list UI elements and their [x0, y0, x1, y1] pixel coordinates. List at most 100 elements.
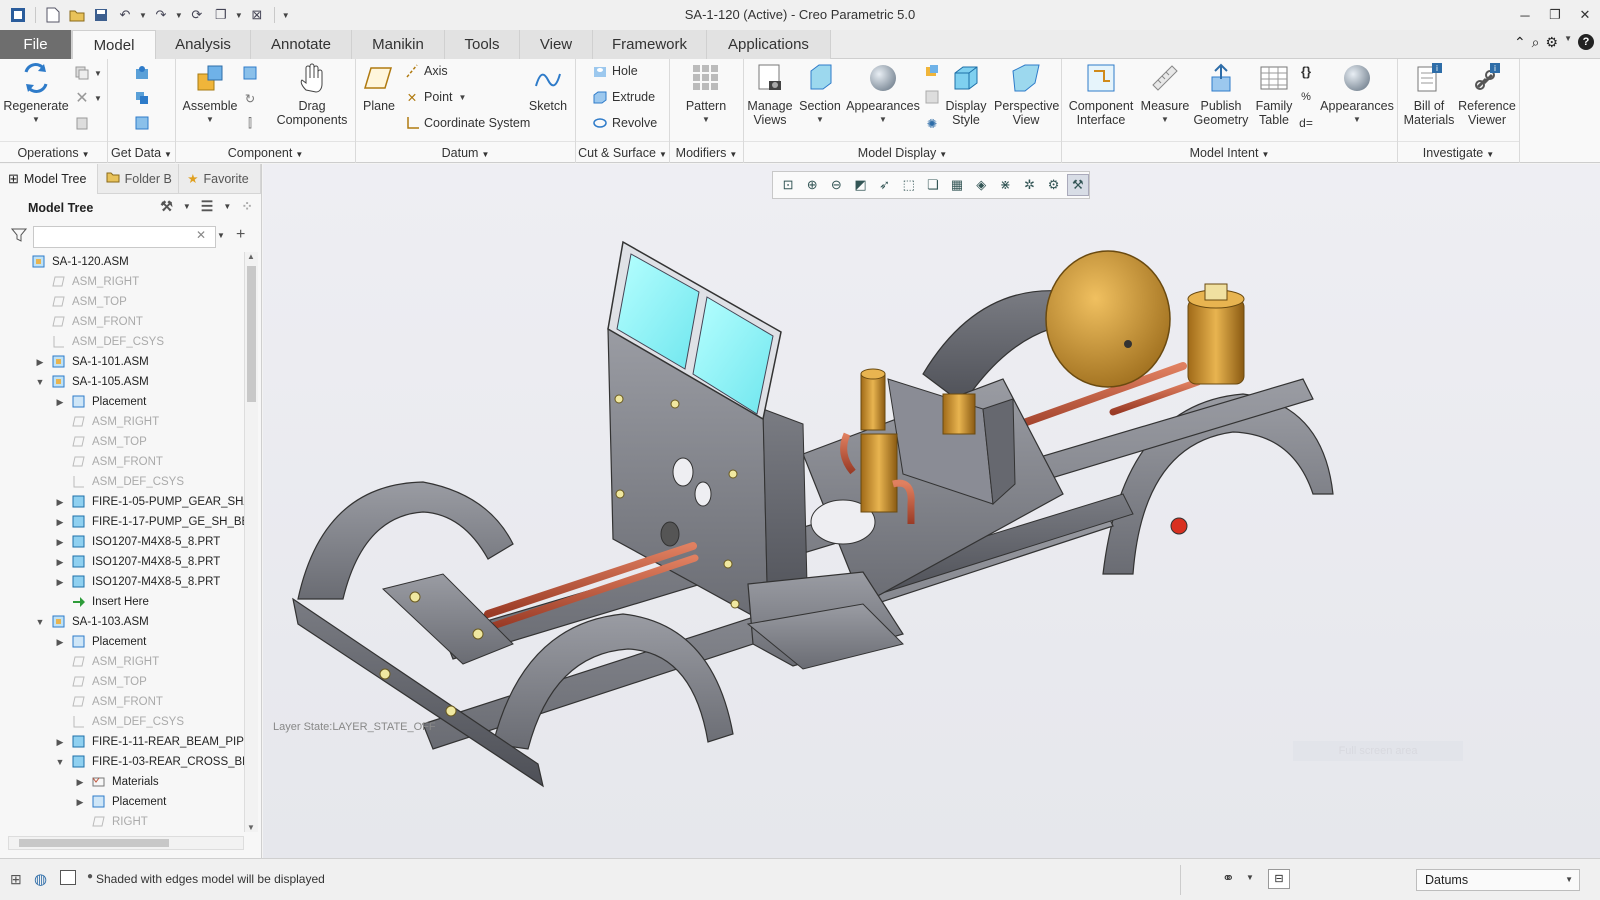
axis-button[interactable]: Axis — [404, 61, 448, 81]
section-button[interactable]: Section ▼ — [798, 61, 842, 127]
measure-button[interactable]: Measure ▼ — [1140, 61, 1190, 127]
tree-item[interactable]: ▶ SA-1-101.ASM — [0, 352, 244, 372]
customize-toolbar-icon[interactable]: ▼ — [282, 11, 290, 20]
find-binoculars-icon[interactable]: ⚭ — [1222, 869, 1235, 887]
tab-file[interactable]: File — [0, 30, 72, 59]
redo-icon[interactable]: ↷ — [151, 5, 171, 25]
add-filter-icon[interactable]: + — [236, 226, 245, 244]
tab-framework[interactable]: Framework — [593, 30, 707, 59]
tree-item[interactable]: ▶ Placement — [0, 392, 244, 412]
delete-icon[interactable]: ✕ ▼ — [74, 88, 102, 108]
plane-button[interactable]: Plane — [358, 61, 400, 113]
tree-item[interactable]: ASM_FRONT — [0, 692, 244, 712]
display-small-1-icon[interactable] — [924, 61, 944, 81]
scroll-up-icon[interactable]: ▲ — [247, 252, 255, 261]
publish-geometry-button[interactable]: Publish Geometry — [1192, 61, 1250, 127]
repeat-icon[interactable]: ↻ — [242, 88, 262, 108]
tree-item[interactable]: ASM_FRONT — [0, 452, 244, 472]
family-table-button[interactable]: Family Table — [1252, 61, 1296, 127]
datum-group-menu[interactable]: Datum ▼ — [356, 141, 575, 163]
brass-flywheel-disc[interactable] — [1045, 250, 1171, 388]
expand-arrow-icon[interactable]: ▶ — [54, 512, 66, 532]
operations-group-menu[interactable]: Operations ▼ — [0, 141, 107, 163]
refit-icon[interactable]: ⊡ — [777, 174, 799, 196]
relations-icon[interactable]: {} — [1298, 61, 1318, 81]
model-display-toggle-icon[interactable]: ⚒ — [1066, 174, 1089, 196]
tree-item[interactable]: ▶ Placement — [0, 792, 244, 812]
scroll-down-icon[interactable]: ▼ — [247, 823, 255, 832]
collapse-ribbon-icon[interactable]: ⌃ — [1514, 34, 1526, 51]
scene-settings-icon[interactable]: ✺ — [924, 113, 944, 133]
component-interface-button[interactable]: Component Interface — [1066, 61, 1136, 127]
expand-arrow-icon[interactable]: ▶ — [54, 552, 66, 572]
search-icon[interactable]: ⌕ — [1532, 34, 1540, 51]
collapse-arrow-icon[interactable]: ▼ — [34, 372, 46, 392]
tab-model[interactable]: Model — [72, 30, 156, 60]
appearances-dropdown-icon[interactable]: ▼ — [879, 113, 887, 127]
assemble-dropdown-icon[interactable]: ▼ — [206, 113, 214, 127]
coordinate-system-button[interactable]: Coordinate System — [404, 113, 530, 133]
tab-folder-browser[interactable]: Folder B — [98, 164, 180, 194]
manage-views-button[interactable]: Manage Views — [746, 61, 794, 127]
tree-item[interactable]: ▶ ISO1207-M4X8-5_8.PRT — [0, 572, 244, 592]
tree-item[interactable]: ▼ SA-1-105.ASM — [0, 372, 244, 392]
component-group-menu[interactable]: Component ▼ — [176, 141, 355, 163]
tree-item[interactable]: ASM_TOP — [0, 432, 244, 452]
get-data-group-menu[interactable]: Get Data ▼ — [108, 141, 175, 163]
hole-button[interactable]: Hole — [592, 61, 638, 81]
find-dropdown-icon[interactable]: ▼ — [1246, 873, 1254, 882]
zoom-out-icon[interactable]: ⊖ — [825, 174, 847, 196]
help-icon[interactable]: ? — [1578, 34, 1594, 50]
tree-columns-icon[interactable]: ☰ — [201, 198, 214, 215]
restore-icon[interactable]: ❐ — [1540, 0, 1570, 30]
section-dropdown-icon[interactable]: ▼ — [816, 113, 824, 127]
merge-inheritance-icon[interactable] — [134, 113, 154, 133]
bill-of-materials-button[interactable]: i Bill of Materials — [1402, 61, 1456, 127]
expand-arrow-icon[interactable]: ▶ — [54, 492, 66, 512]
point-button[interactable]: ✕ Point ▼ — [404, 87, 467, 107]
tab-analysis[interactable]: Analysis — [156, 30, 251, 59]
view-manager-icon[interactable]: ❏ — [922, 174, 944, 196]
tab-model-tree[interactable]: ⊞ Model Tree — [0, 164, 98, 194]
toggle-navigator-icon[interactable]: ⊞ — [10, 871, 22, 888]
point-dropdown-icon[interactable]: ▼ — [459, 93, 467, 102]
tree-item[interactable]: ASM_DEF_CSYS — [0, 712, 244, 732]
collapse-arrow-icon[interactable]: ▼ — [54, 752, 66, 772]
user-defined-feature-icon[interactable] — [134, 63, 154, 83]
perspective-view-button[interactable]: Perspective View — [992, 61, 1060, 127]
collapse-arrow-icon[interactable]: ▼ — [34, 612, 46, 632]
mirror-component-icon[interactable]: ⫿ — [242, 113, 262, 133]
brass-cylinder-tank[interactable] — [1187, 283, 1245, 385]
clear-search-icon[interactable]: ✕ — [196, 228, 206, 242]
windows-icon[interactable]: ❐ — [211, 5, 231, 25]
tree-columns-dropdown-icon[interactable]: ▼ — [223, 202, 231, 211]
saved-orientations-icon[interactable]: ⬚ — [898, 174, 920, 196]
intent-appearances-button[interactable]: Appearances ▼ — [1320, 61, 1394, 127]
tree-item[interactable]: ASM_RIGHT — [0, 272, 244, 292]
display-small-2-icon[interactable] — [924, 87, 944, 107]
tree-item[interactable]: SA-1-120.ASM — [0, 252, 244, 272]
reference-viewer-button[interactable]: i Reference Viewer — [1456, 61, 1518, 127]
tree-item[interactable]: ASM_TOP — [0, 292, 244, 312]
new-file-icon[interactable] — [43, 5, 63, 25]
perspective-icon[interactable]: ▦ — [946, 174, 968, 196]
expand-arrow-icon[interactable]: ▶ — [54, 572, 66, 592]
pattern-dropdown-icon[interactable]: ▼ — [702, 113, 710, 127]
regenerate-button[interactable]: Regenerate ▼ — [2, 61, 70, 127]
cut-surface-group-menu[interactable]: Cut & Surface ▼ — [576, 141, 669, 163]
investigate-group-menu[interactable]: Investigate ▼ — [1398, 141, 1519, 163]
parameters-icon[interactable]: d= — [1298, 113, 1318, 133]
tree-item[interactable]: Insert Here — [0, 592, 244, 612]
sketch-button[interactable]: Sketch — [524, 61, 572, 113]
filter-funnel-icon[interactable] — [10, 227, 28, 246]
undo-dropdown-icon[interactable]: ▼ — [139, 11, 147, 20]
full-screen-icon[interactable] — [60, 870, 76, 885]
assembly-3d-model[interactable] — [263, 204, 1600, 824]
tree-settings-icon[interactable]: ⚒ — [160, 198, 173, 215]
regenerate-small-icon[interactable]: ⟳ — [187, 5, 207, 25]
tree-item[interactable]: ASM_FRONT — [0, 312, 244, 332]
expand-arrow-icon[interactable]: ▶ — [54, 732, 66, 752]
tree-item[interactable]: ▼ SA-1-103.ASM — [0, 612, 244, 632]
selection-filter-dropdown[interactable]: Datums ▼ — [1416, 869, 1580, 891]
tab-view[interactable]: View — [520, 30, 593, 59]
